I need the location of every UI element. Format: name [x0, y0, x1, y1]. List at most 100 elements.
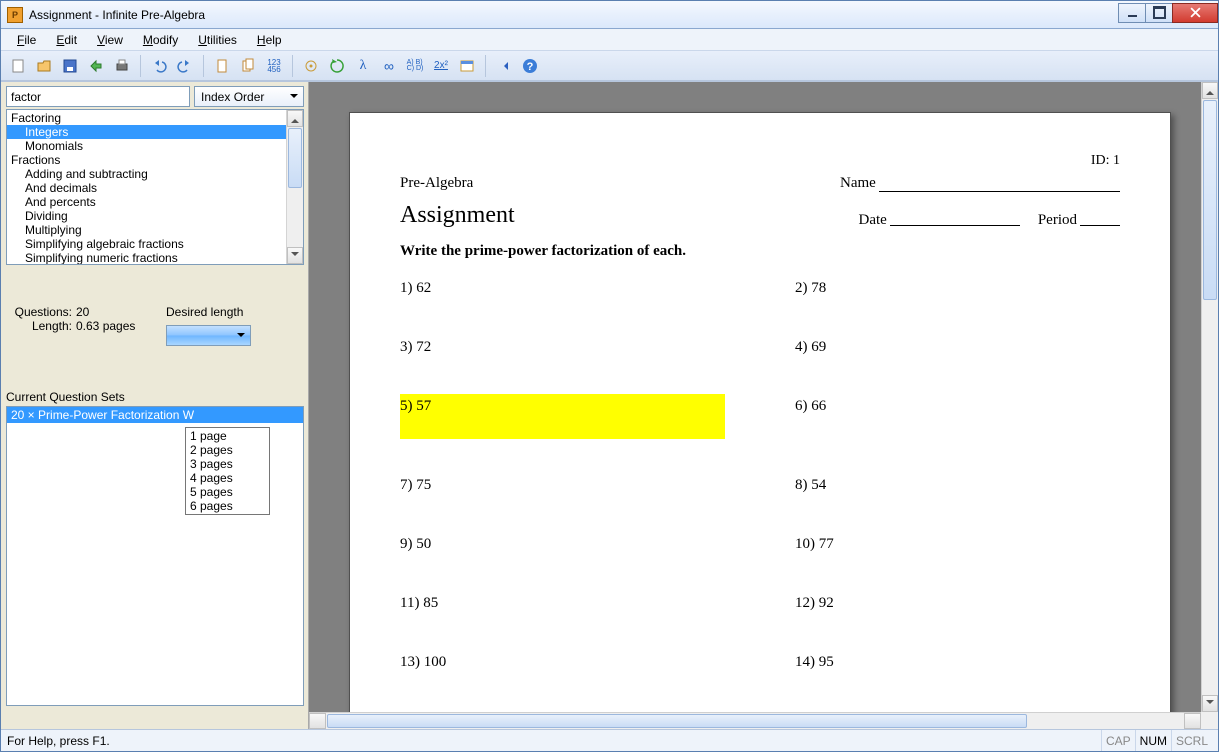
- redo-button[interactable]: [174, 55, 196, 77]
- expr-button[interactable]: 2x²: [430, 55, 452, 77]
- close-icon: [1190, 7, 1201, 18]
- open-button[interactable]: [33, 55, 55, 77]
- problem[interactable]: 1) 62: [400, 276, 725, 301]
- topic-tree[interactable]: FactoringIntegersMonomialsFractionsAddin…: [6, 109, 304, 265]
- scroll-thumb[interactable]: [327, 714, 1027, 728]
- menu-view[interactable]: View: [89, 31, 131, 49]
- doc-horizontal-scrollbar[interactable]: [309, 712, 1201, 729]
- page-button[interactable]: [211, 55, 233, 77]
- maximize-button[interactable]: [1145, 3, 1173, 23]
- toolbar-separator: [292, 55, 293, 77]
- help-button[interactable]: ?: [519, 55, 541, 77]
- choices-button[interactable]: A) B)C) D): [404, 55, 426, 77]
- pages-icon: [240, 58, 256, 74]
- length-value: 0.63 pages: [76, 319, 135, 333]
- tree-scrollbar[interactable]: [286, 110, 303, 264]
- doc-vertical-scrollbar[interactable]: [1201, 82, 1218, 712]
- problem[interactable]: 14) 95: [795, 650, 1120, 675]
- length-option[interactable]: 3 pages: [186, 457, 269, 471]
- status-message: For Help, press F1.: [7, 734, 1101, 748]
- numbers-button[interactable]: 123456: [263, 55, 285, 77]
- length-option[interactable]: 4 pages: [186, 471, 269, 485]
- problem[interactable]: 11) 85: [400, 591, 725, 616]
- problem[interactable]: 7) 75: [400, 473, 725, 498]
- length-option[interactable]: 2 pages: [186, 443, 269, 457]
- save-icon: [62, 58, 78, 74]
- pages-button[interactable]: [237, 55, 259, 77]
- question-set-row[interactable]: 20 × Prime-Power Factorization W: [7, 407, 303, 423]
- scroll-right-icon[interactable]: [1184, 713, 1201, 729]
- problem[interactable]: 6) 66: [795, 394, 1120, 439]
- target-icon: [303, 58, 319, 74]
- toolbar: 123456 λ ∞ A) B)C) D) 2x² ?: [1, 51, 1218, 81]
- tree-item[interactable]: Simplifying numeric fractions: [7, 251, 303, 265]
- infinity-icon: ∞: [384, 58, 394, 74]
- problem[interactable]: 12) 92: [795, 591, 1120, 616]
- recycle-button[interactable]: [326, 55, 348, 77]
- tree-item[interactable]: Multiplying: [7, 223, 303, 237]
- expr-icon: 2x²: [434, 60, 448, 71]
- problem[interactable]: 4) 69: [795, 335, 1120, 360]
- sort-dropdown[interactable]: Index Order: [194, 86, 304, 107]
- length-option[interactable]: 1 page: [186, 429, 269, 443]
- tree-item[interactable]: Dividing: [7, 209, 303, 223]
- minimize-button[interactable]: [1118, 3, 1146, 23]
- length-option[interactable]: 5 pages: [186, 485, 269, 499]
- prev-icon: [500, 62, 508, 70]
- target-button[interactable]: [300, 55, 322, 77]
- scroll-down-icon[interactable]: [1202, 695, 1218, 712]
- scroll-down-icon[interactable]: [287, 247, 303, 264]
- instruction-text: Write the prime-power factorization of e…: [400, 243, 1120, 260]
- name-label: Name: [840, 175, 876, 192]
- length-option[interactable]: 6 pages: [186, 499, 269, 513]
- tree-item[interactable]: Adding and subtracting: [7, 167, 303, 181]
- problem[interactable]: 5) 57: [400, 394, 725, 439]
- problem[interactable]: 9) 50: [400, 532, 725, 557]
- redo-icon: [177, 58, 193, 74]
- problem[interactable]: 8) 54: [795, 473, 1120, 498]
- close-button[interactable]: [1172, 3, 1218, 23]
- tree-item[interactable]: Simplifying algebraic fractions: [7, 237, 303, 251]
- tree-item[interactable]: Factoring: [7, 111, 303, 125]
- tree-item[interactable]: Monomials: [7, 139, 303, 153]
- problem[interactable]: 13) 100: [400, 650, 725, 675]
- print-button[interactable]: [111, 55, 133, 77]
- menu-file[interactable]: File: [9, 31, 44, 49]
- tree-item[interactable]: And percents: [7, 195, 303, 209]
- window-button[interactable]: [456, 55, 478, 77]
- svg-text:?: ?: [527, 61, 534, 73]
- new-button[interactable]: [7, 55, 29, 77]
- undo-button[interactable]: [148, 55, 170, 77]
- new-icon: [10, 58, 26, 74]
- infinity-button[interactable]: ∞: [378, 55, 400, 77]
- scroll-up-icon[interactable]: [287, 110, 303, 127]
- prev-button[interactable]: [493, 55, 515, 77]
- scroll-up-icon[interactable]: [1202, 82, 1218, 99]
- problem[interactable]: 10) 77: [795, 532, 1120, 557]
- scroll-thumb[interactable]: [288, 128, 302, 188]
- lambda-button[interactable]: λ: [352, 55, 374, 77]
- scroll-thumb[interactable]: [1203, 100, 1217, 300]
- tree-item[interactable]: Fractions: [7, 153, 303, 167]
- toolbar-separator: [140, 55, 141, 77]
- desired-length-options[interactable]: 1 page2 pages3 pages4 pages5 pages6 page…: [185, 427, 270, 515]
- menu-bar: File Edit View Modify Utilities Help: [1, 29, 1218, 51]
- problem[interactable]: 3) 72: [400, 335, 725, 360]
- search-input[interactable]: [6, 86, 190, 107]
- problem[interactable]: 2) 78: [795, 276, 1120, 301]
- menu-modify[interactable]: Modify: [135, 31, 186, 49]
- tree-item[interactable]: And decimals: [7, 181, 303, 195]
- export-button[interactable]: [85, 55, 107, 77]
- name-blank: [879, 178, 1120, 192]
- cap-indicator: CAP: [1101, 730, 1135, 751]
- menu-help[interactable]: Help: [249, 31, 290, 49]
- menu-edit[interactable]: Edit: [48, 31, 85, 49]
- status-bar: For Help, press F1. CAP NUM SCRL: [1, 729, 1218, 751]
- course-name: Pre-Algebra: [400, 175, 840, 192]
- scroll-left-icon[interactable]: [309, 713, 326, 729]
- desired-length-combo[interactable]: [166, 325, 251, 346]
- menu-utilities[interactable]: Utilities: [190, 31, 245, 49]
- tree-item[interactable]: Integers: [7, 125, 303, 139]
- worksheet-page[interactable]: ID: 1 Pre-Algebra Name Assignment DatePe…: [349, 112, 1171, 729]
- save-button[interactable]: [59, 55, 81, 77]
